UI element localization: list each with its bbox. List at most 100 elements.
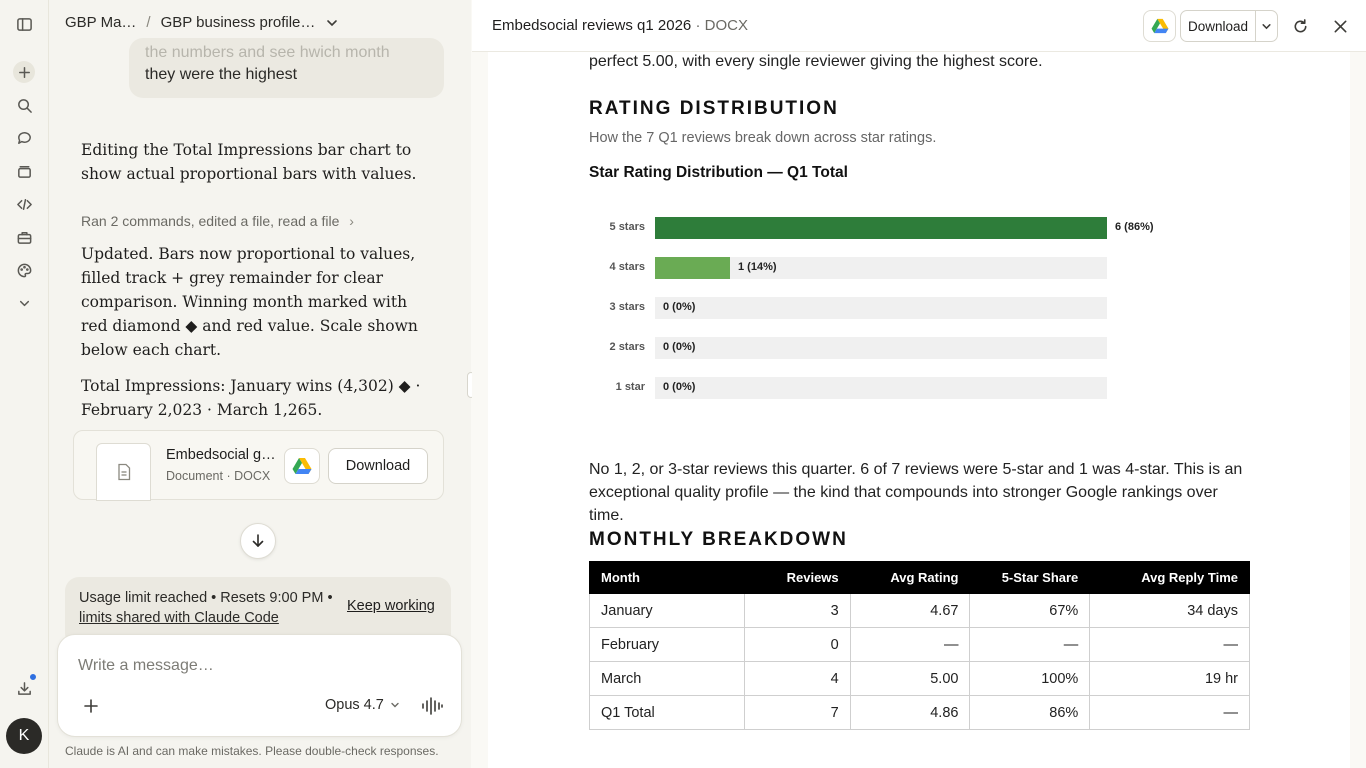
table-cell: 0 bbox=[743, 627, 851, 662]
assistant-update: Updated. Bars now proportional to values… bbox=[81, 245, 418, 359]
user-message-line: they were the highest bbox=[145, 66, 298, 83]
chart-category-label: 5 stars bbox=[609, 221, 645, 233]
model-selector[interactable]: Opus 4.7 bbox=[325, 697, 400, 713]
toolbox-icon[interactable] bbox=[13, 226, 35, 248]
document-type: DOCX bbox=[704, 17, 748, 34]
projects-icon[interactable] bbox=[13, 160, 35, 182]
breadcrumb: GBP Ma… / GBP business profile… bbox=[65, 14, 339, 31]
message-input[interactable]: Write a message… bbox=[78, 657, 214, 675]
google-drive-icon bbox=[1151, 18, 1168, 34]
usage-limit-text: Usage limit reached • Resets 9:00 PM • bbox=[79, 590, 333, 606]
tool-summary-label: Ran 2 commands, edited a file, read a fi… bbox=[81, 213, 340, 229]
table-cell: — bbox=[1089, 695, 1250, 730]
viewer-save-to-drive-button[interactable] bbox=[1143, 10, 1176, 42]
chevron-down-icon bbox=[391, 702, 399, 708]
chart-bar-track bbox=[655, 297, 1107, 319]
table-header-cell: Month bbox=[589, 561, 745, 594]
chat-menu-chevron-icon[interactable] bbox=[325, 16, 339, 30]
add-attachment-icon[interactable] bbox=[80, 695, 102, 717]
document-viewer: Embedsocial reviews q1 2026 · DOCX Downl… bbox=[472, 0, 1366, 768]
monthly-breakdown-table: Month Reviews Avg Rating 5-Star Share Avg Re… bbox=[589, 561, 1250, 730]
table-cell: 86% bbox=[969, 695, 1091, 730]
table-row: February 0— — — bbox=[589, 627, 1250, 662]
search-icon[interactable] bbox=[13, 94, 35, 116]
chart-category-label: 4 stars bbox=[609, 261, 645, 273]
table-cell: 4 bbox=[743, 661, 851, 696]
keep-working-link[interactable]: Keep working bbox=[347, 598, 435, 614]
sidebar-toggle-icon[interactable] bbox=[13, 13, 35, 35]
icon-rail: K bbox=[0, 0, 49, 768]
viewer-download-button[interactable]: Download bbox=[1181, 11, 1256, 41]
voice-mode-icon[interactable] bbox=[420, 695, 444, 717]
file-name: Embedsocial g… bbox=[166, 447, 276, 463]
chats-icon[interactable] bbox=[13, 127, 35, 149]
intro-paragraph: perfect 5.00, with every single reviewer… bbox=[589, 53, 1043, 70]
document-title: Embedsocial reviews q1 2026 bbox=[492, 17, 692, 34]
notification-dot bbox=[29, 673, 37, 681]
refresh-icon[interactable] bbox=[1290, 16, 1310, 36]
close-icon[interactable] bbox=[1330, 16, 1350, 36]
document-page: perfect 5.00, with every single reviewer… bbox=[488, 52, 1350, 768]
table-cell: 100% bbox=[969, 661, 1091, 696]
table-cell: 5.00 bbox=[849, 661, 971, 696]
table-cell: 19 hr bbox=[1089, 661, 1250, 696]
chart-bar bbox=[655, 217, 1107, 239]
table-row: Q1 Total 7 4.86 86% — bbox=[589, 695, 1250, 730]
table-cell: January bbox=[589, 593, 745, 628]
chat-title[interactable]: GBP business profile… bbox=[161, 14, 316, 31]
download-options-chevron-icon[interactable] bbox=[1256, 11, 1277, 41]
table-cell: 4.86 bbox=[849, 695, 971, 730]
viewer-download-split-button: Download bbox=[1180, 10, 1278, 42]
table-cell: 3 bbox=[743, 593, 851, 628]
document-type-separator: · bbox=[691, 17, 705, 34]
breadcrumb-project[interactable]: GBP Ma… bbox=[65, 14, 136, 31]
table-header-cell: Avg Rating bbox=[849, 561, 971, 594]
tool-chevron-icon: › bbox=[349, 213, 354, 229]
summary-paragraph: No 1, 2, or 3-star reviews this quarter.… bbox=[589, 461, 1243, 524]
table-cell: — bbox=[969, 627, 1091, 662]
table-header-cell: Avg Reply Time bbox=[1089, 561, 1250, 594]
usage-limit-link[interactable]: limits shared with Claude Code bbox=[79, 610, 279, 626]
new-chat-icon[interactable] bbox=[13, 61, 35, 83]
table-cell: 34 days bbox=[1089, 593, 1250, 628]
arrow-down-icon bbox=[252, 534, 264, 547]
viewer-header: Embedsocial reviews q1 2026 · DOCX Downl… bbox=[472, 0, 1366, 52]
table-cell: 4.67 bbox=[849, 593, 971, 628]
chart-bar bbox=[655, 257, 730, 279]
code-icon[interactable] bbox=[13, 193, 35, 215]
table-cell: — bbox=[849, 627, 971, 662]
chart-value-label: 1 (14%) bbox=[738, 261, 777, 273]
table-cell: March bbox=[589, 661, 745, 696]
avatar[interactable]: K bbox=[6, 718, 42, 754]
chart-value-label: 6 (86%) bbox=[1115, 221, 1154, 233]
chevron-down-icon[interactable] bbox=[13, 292, 35, 314]
file-card[interactable]: Embedsocial g… Document · DOCX Download bbox=[73, 430, 444, 501]
chart-category-label: 1 star bbox=[615, 381, 645, 393]
chart-bar-track bbox=[655, 337, 1107, 359]
chart-category-label: 2 stars bbox=[609, 341, 645, 353]
disclaimer: Claude is AI and can make mistakes. Plea… bbox=[65, 744, 439, 758]
palette-icon[interactable] bbox=[13, 259, 35, 281]
rating-distribution-heading: RATING DISTRIBUTION bbox=[589, 98, 839, 119]
chart-bar-track bbox=[655, 377, 1107, 399]
breadcrumb-separator: / bbox=[146, 14, 151, 31]
chat-panel: GBP Ma… / GBP business profile… the numb… bbox=[49, 0, 471, 768]
table-cell: — bbox=[1089, 627, 1250, 662]
scroll-to-bottom-button[interactable] bbox=[240, 523, 276, 559]
google-drive-icon bbox=[292, 458, 312, 474]
file-download-button[interactable]: Download bbox=[328, 448, 428, 484]
table-cell: 7 bbox=[743, 695, 851, 730]
assistant-intro: Editing the Total Impressions bar chart … bbox=[81, 141, 417, 183]
chart-value-label: 0 (0%) bbox=[663, 341, 696, 353]
save-to-drive-button[interactable] bbox=[284, 448, 320, 484]
assistant-result: Total Impressions: January wins (4,302) … bbox=[81, 377, 421, 419]
viewer-title: Embedsocial reviews q1 2026 · DOCX bbox=[492, 17, 748, 34]
chart-title: Star Rating Distribution — Q1 Total bbox=[589, 164, 848, 181]
model-name: Opus 4.7 bbox=[325, 697, 384, 713]
chart-value-label: 0 (0%) bbox=[663, 301, 696, 313]
tool-summary[interactable]: Ran 2 commands, edited a file, read a fi… bbox=[81, 213, 354, 229]
star-rating-chart: 5 stars 6 (86%) 4 stars 1 (14%) 3 stars 0 (0%… bbox=[589, 212, 1209, 412]
chart-category-label: 3 stars bbox=[609, 301, 645, 313]
document-thumbnail bbox=[96, 443, 151, 501]
file-meta: Document · DOCX bbox=[166, 469, 271, 483]
